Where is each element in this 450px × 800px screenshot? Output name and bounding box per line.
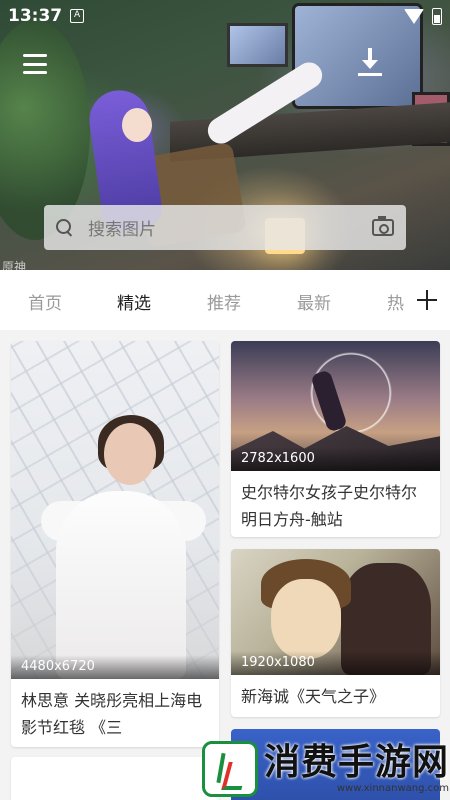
thumb-figure-face xyxy=(271,579,341,659)
tab-hot[interactable]: 热 xyxy=(387,289,404,314)
wallpaper-card[interactable]: 1920x1080 新海诚《天气之子》 xyxy=(231,549,440,717)
banner-character-face xyxy=(122,108,152,142)
watermark-url: www.xinnanwang.com xyxy=(336,783,450,794)
thumb-figure-dress xyxy=(56,491,186,679)
wallpaper-caption: 新海诚《天气之子》 xyxy=(241,687,386,706)
watermark-title: 消费手游网 xyxy=(264,742,450,783)
search-icon xyxy=(56,218,74,237)
thumb-figure xyxy=(310,369,348,433)
category-tabs: 首页 精选 推荐 最新 热 xyxy=(0,270,450,330)
status-bar: 13:37 A xyxy=(0,0,450,32)
menu-icon[interactable] xyxy=(23,54,47,74)
search-bar[interactable]: 搜索图片 xyxy=(44,205,406,250)
battery-icon xyxy=(432,7,442,25)
resolution-label: 4480x6720 xyxy=(11,655,219,679)
wifi-icon xyxy=(404,8,424,24)
wallpaper-card[interactable]: 2782x1600 史尔特尔女孩子史尔特尔明日方舟-触站 xyxy=(231,341,440,537)
app-screen: 原神 13:37 A 搜索图片 首页 精选 推荐 最新 热 4480x6720 … xyxy=(0,0,450,800)
status-indicators xyxy=(404,7,442,25)
wallpaper-thumbnail: 2782x1600 xyxy=(231,341,440,471)
add-category-icon[interactable] xyxy=(417,290,437,310)
search-placeholder: 搜索图片 xyxy=(88,220,156,240)
wallpaper-caption: 林思意 关晓彤亮相上海电影节红毯 《三 xyxy=(21,691,203,737)
status-time: 13:37 xyxy=(8,6,63,26)
tab-recommended[interactable]: 推荐 xyxy=(207,289,241,314)
thumb-figure-head xyxy=(104,423,156,485)
resolution-label: 2782x1600 xyxy=(231,447,440,471)
download-icon[interactable] xyxy=(358,48,382,76)
tab-home[interactable]: 首页 xyxy=(28,289,62,314)
wallpaper-thumbnail: 1920x1080 xyxy=(231,549,440,675)
site-watermark: 消费手游网 www.xinnanwang.com xyxy=(202,738,450,800)
camera-icon[interactable] xyxy=(372,216,394,236)
tab-latest[interactable]: 最新 xyxy=(297,289,331,314)
tab-featured[interactable]: 精选 xyxy=(117,289,151,314)
wallpaper-card-partial[interactable] xyxy=(11,757,219,800)
wallpaper-card[interactable]: 4480x6720 林思意 关晓彤亮相上海电影节红毯 《三 xyxy=(11,341,219,747)
wallpaper-caption: 史尔特尔女孩子史尔特尔明日方舟-触站 xyxy=(241,483,418,529)
resolution-label: 1920x1080 xyxy=(231,651,440,675)
wallpaper-thumbnail: 4480x6720 xyxy=(11,341,219,679)
tab-strip: 首页 精选 推荐 最新 热 xyxy=(0,270,408,330)
watermark-logo-icon xyxy=(202,741,258,797)
watermark-text: 消费手游网 www.xinnanwang.com xyxy=(264,743,449,795)
banner-corner-text: 原神 xyxy=(2,260,27,270)
notification-icon: A xyxy=(70,9,85,23)
